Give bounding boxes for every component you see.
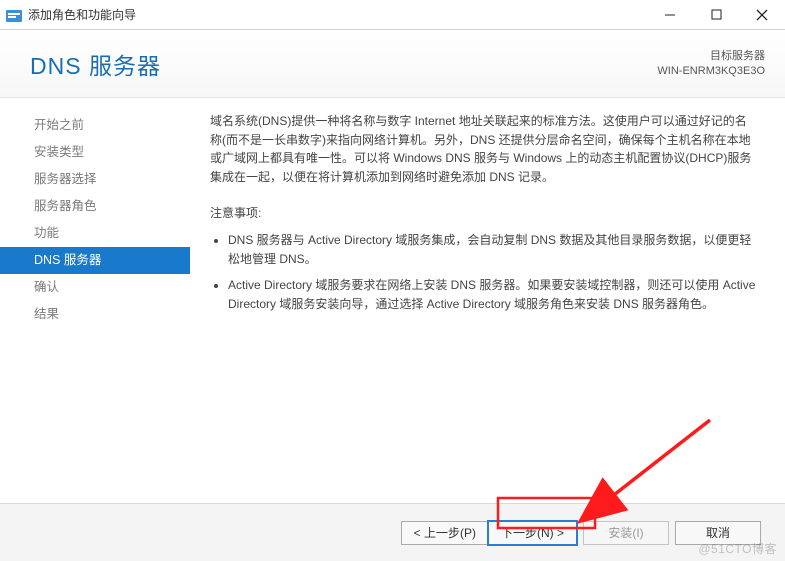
install-button[interactable]: 安装(I)	[583, 521, 669, 545]
note-item: Active Directory 域服务要求在网络上安装 DNS 服务器。如果要…	[228, 276, 757, 313]
step-0[interactable]: 开始之前	[0, 112, 190, 139]
step-2[interactable]: 服务器选择	[0, 166, 190, 193]
maximize-button[interactable]	[693, 0, 739, 29]
wizard-header: DNS 服务器 目标服务器 WIN-ENRM3KQ3E3O	[0, 30, 785, 98]
step-7: 结果	[0, 301, 190, 328]
step-3[interactable]: 服务器角色	[0, 193, 190, 220]
page-title: DNS 服务器	[30, 47, 657, 81]
previous-button[interactable]: < 上一步(P)	[401, 521, 488, 545]
step-1[interactable]: 安装类型	[0, 139, 190, 166]
app-icon	[6, 8, 22, 22]
step-sidebar: 开始之前安装类型服务器选择服务器角色功能DNS 服务器确认结果	[0, 98, 190, 490]
nav-button-group: < 上一步(P) 下一步(N) >	[401, 521, 577, 545]
wizard-footer: < 上一步(P) 下一步(N) > 安装(I) 取消	[0, 503, 785, 561]
minimize-button[interactable]	[647, 0, 693, 29]
step-5[interactable]: DNS 服务器	[0, 247, 190, 274]
watermark: @51CTO博客	[698, 540, 777, 557]
notes-heading: 注意事项:	[210, 204, 757, 223]
destination-server: 目标服务器 WIN-ENRM3KQ3E3O	[657, 49, 765, 79]
content-pane: 域名系统(DNS)提供一种将名称与数字 Internet 地址关联起来的标准方法…	[190, 98, 785, 490]
window-buttons	[647, 0, 785, 29]
note-item: DNS 服务器与 Active Directory 域服务集成，会自动复制 DN…	[228, 231, 757, 268]
titlebar: 添加角色和功能向导	[0, 0, 785, 30]
window-title: 添加角色和功能向导	[28, 6, 647, 23]
step-6: 确认	[0, 274, 190, 301]
description-text: 域名系统(DNS)提供一种将名称与数字 Internet 地址关联起来的标准方法…	[210, 112, 757, 186]
notes-list: DNS 服务器与 Active Directory 域服务集成，会自动复制 DN…	[210, 231, 757, 313]
step-4[interactable]: 功能	[0, 220, 190, 247]
destination-value: WIN-ENRM3KQ3E3O	[657, 64, 765, 79]
wizard-body: 开始之前安装类型服务器选择服务器角色功能DNS 服务器确认结果 域名系统(DNS…	[0, 98, 785, 490]
destination-label: 目标服务器	[657, 49, 765, 64]
close-button[interactable]	[739, 0, 785, 29]
next-button[interactable]: 下一步(N) >	[488, 521, 577, 545]
